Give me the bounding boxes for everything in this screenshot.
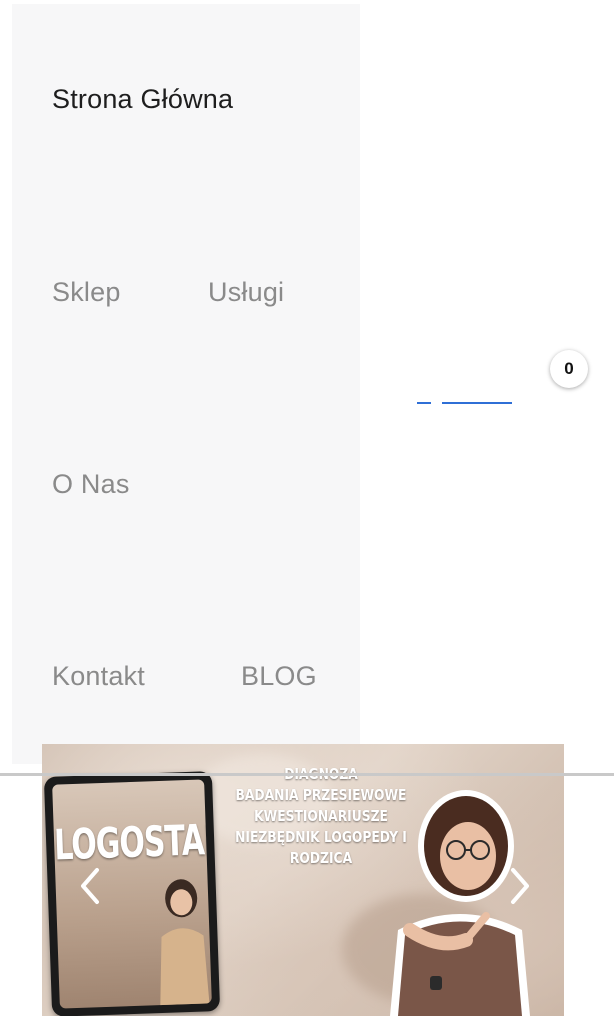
chevron-right-icon <box>511 868 529 904</box>
carousel-prev-button[interactable] <box>70 866 110 906</box>
nav-link-blog[interactable]: BLOG <box>241 661 317 692</box>
nav-link-home[interactable]: Strona Główna <box>52 84 233 115</box>
page: Strona Główna Sklep Usługi O Nas Kontakt… <box>0 0 614 1016</box>
hero-banner-slide[interactable]: LOGOSTART DIAGNOZA BADANIA PRZESIEWOWE K… <box>42 744 564 1016</box>
header-divider <box>0 773 614 776</box>
login-link-underline[interactable] <box>417 402 431 404</box>
carousel-next-button[interactable] <box>500 866 540 906</box>
nav-link-contact[interactable]: Kontakt <box>52 661 145 692</box>
account-link-underline[interactable] <box>442 402 512 404</box>
tablet-cover-title: LOGOSTART <box>53 815 212 871</box>
nav-menu-panel: Strona Główna Sklep Usługi O Nas Kontakt… <box>12 4 360 764</box>
tablet-person-image <box>160 879 211 1009</box>
chevron-left-icon <box>81 868 99 904</box>
nav-link-services[interactable]: Usługi <box>208 277 284 308</box>
nav-link-shop[interactable]: Sklep <box>52 277 121 308</box>
cart-count-badge[interactable]: 0 <box>550 350 588 388</box>
nav-link-about[interactable]: O Nas <box>52 469 130 500</box>
